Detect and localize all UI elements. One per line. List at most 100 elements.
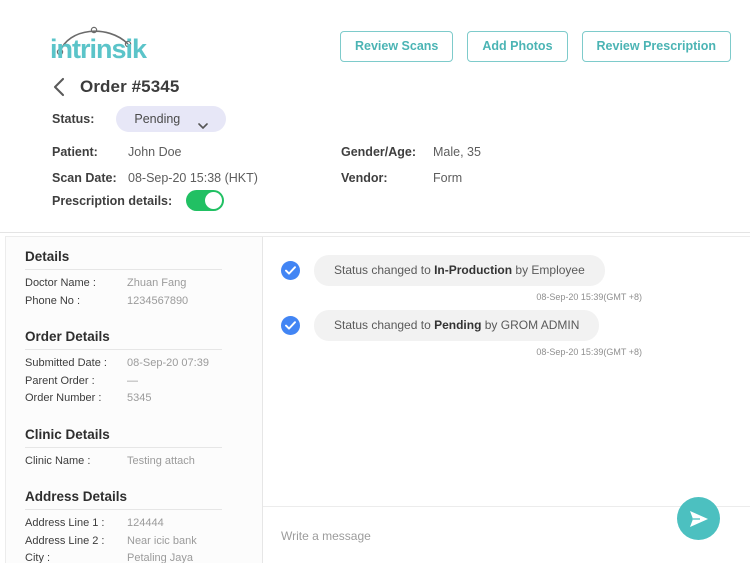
detail-key: Order Number : — [25, 392, 102, 404]
vendor-label: Vendor: — [341, 171, 388, 185]
gender-age-value: Male, 35 — [433, 145, 481, 159]
header-action-buttons: Review Scans Add Photos Review Prescript… — [340, 31, 732, 62]
check-circle-icon — [281, 261, 300, 281]
detail-row: Address Line 1 : 124444 — [25, 517, 262, 535]
scan-date-row: Scan Date: 08-Sep-20 15:38 (HKT) — [52, 165, 258, 191]
status-row: Status: Pending — [52, 106, 227, 132]
patient-value: John Doe — [128, 145, 182, 159]
detail-value: 08-Sep-20 07:39 — [127, 357, 209, 369]
detail-key: Address Line 2 : — [25, 534, 105, 547]
activity-text-before: Status changed to — [334, 318, 435, 333]
order-detail-page: intrinsik Review Scans Add Photos Review… — [0, 0, 750, 563]
detail-row: Address Line 2 : Near icic bank — [25, 535, 262, 553]
activity-text-highlight: In-Production — [434, 263, 513, 277]
detail-row: Order Number : 5345 — [25, 392, 262, 410]
send-message-button[interactable] — [677, 497, 720, 540]
status-badge: Pending — [134, 112, 181, 126]
detail-key: City : — [25, 552, 51, 563]
gender-age-row: Gender/Age: Male, 35 — [341, 139, 481, 165]
detail-value: — — [127, 374, 138, 387]
detail-key: Clinic Name : — [25, 454, 91, 467]
sidebar-section-clinic-details: Clinic Details Clinic Name : Testing att… — [25, 427, 262, 473]
message-composer — [263, 497, 750, 563]
header-divider — [0, 232, 750, 233]
activity-row: Status changed to In-Production by Emplo… — [281, 255, 730, 287]
activity-message: Status changed to Pending by GROM ADMIN — [314, 310, 600, 342]
chevron-down-icon — [198, 116, 209, 129]
page-title: Order #5345 — [80, 77, 180, 96]
details-sidebar: Details Doctor Name : Zhuan Fang Phone N… — [6, 237, 263, 563]
section-title: Clinic Details — [25, 426, 110, 442]
patient-label: Patient: — [52, 145, 98, 159]
activity-message: Status changed to In-Production by Emplo… — [314, 255, 605, 287]
detail-row: Phone No : 1234567890 — [25, 295, 262, 313]
activity-row: Status changed to Pending by GROM ADMIN — [281, 310, 730, 342]
activity-text-after: by GROM ADMIN — [481, 318, 580, 333]
detail-key: Parent Order : — [25, 374, 95, 387]
prescription-details-label: Prescription details: — [52, 193, 173, 208]
section-rule — [25, 509, 222, 510]
detail-row: Parent Order : — — [25, 375, 262, 393]
prescription-details-toggle[interactable] — [186, 190, 225, 211]
send-paper-plane-icon — [689, 510, 708, 527]
activity-timestamp: 08-Sep-20 15:39(GMT +8) — [536, 292, 642, 303]
detail-row: Doctor Name : Zhuan Fang — [25, 277, 262, 295]
status-label: Status: — [52, 112, 95, 126]
brand-logo[interactable]: intrinsik — [50, 22, 155, 64]
sidebar-section-order-details: Order Details Submitted Date : 08-Sep-20… — [25, 329, 262, 410]
prescription-details-row: Prescription details: — [52, 190, 225, 211]
detail-row: City : Petaling Jaya — [25, 552, 262, 563]
section-rule — [25, 269, 222, 270]
order-meta-column: Gender/Age: Male, 35 Vendor: Form — [341, 139, 481, 191]
review-scans-button[interactable]: Review Scans — [340, 31, 454, 62]
detail-key: Address Line 1 : — [25, 517, 105, 529]
add-photos-button[interactable]: Add Photos — [467, 31, 568, 62]
detail-key: Doctor Name : — [25, 277, 96, 289]
sidebar-section-details: Details Doctor Name : Zhuan Fang Phone N… — [25, 249, 262, 312]
scan-date-value: 08-Sep-20 15:38 (HKT) — [128, 171, 258, 185]
section-title: Order Details — [25, 329, 110, 344]
section-title: Details — [25, 249, 70, 264]
activity-text-before: Status changed to — [334, 263, 435, 277]
detail-value: Petaling Jaya — [127, 552, 194, 563]
chevron-left-icon[interactable] — [52, 76, 66, 98]
scan-date-label: Scan Date: — [52, 171, 117, 185]
svg-text:intrinsik: intrinsik — [50, 34, 148, 64]
activity-feed: Status changed to In-Production by Emplo… — [263, 237, 750, 506]
detail-value: Zhuan Fang — [127, 277, 187, 289]
detail-key: Submitted Date : — [25, 357, 107, 369]
page-body: Details Doctor Name : Zhuan Fang Phone N… — [5, 236, 750, 563]
vendor-row: Vendor: Form — [341, 165, 481, 191]
vendor-value: Form — [433, 171, 463, 185]
detail-value: Testing attach — [127, 454, 195, 467]
review-prescription-button[interactable]: Review Prescription — [581, 31, 732, 62]
section-title: Address Details — [25, 489, 128, 504]
detail-value: 5345 — [127, 392, 152, 404]
section-rule — [25, 349, 222, 350]
status-dropdown[interactable]: Pending — [116, 106, 227, 132]
page-header: intrinsik Review Scans Add Photos Review… — [0, 0, 750, 233]
detail-row: Submitted Date : 08-Sep-20 07:39 — [25, 357, 262, 375]
check-circle-icon — [281, 316, 300, 336]
activity-panel: Status changed to In-Production by Emplo… — [263, 237, 750, 563]
gender-age-label: Gender/Age: — [341, 145, 417, 159]
order-title-row: Order #5345 — [52, 76, 179, 98]
section-rule — [25, 446, 222, 448]
detail-row: Clinic Name : Testing attach — [25, 455, 262, 473]
patient-info-column: Patient: John Doe Scan Date: 08-Sep-20 1… — [52, 139, 258, 191]
detail-value: 1234567890 — [127, 294, 189, 307]
toggle-knob — [205, 192, 223, 209]
patient-row: Patient: John Doe — [52, 139, 258, 165]
detail-key: Phone No : — [25, 294, 81, 307]
activity-entry: Status changed to In-Production by Emplo… — [281, 255, 730, 302]
sidebar-section-address-details: Address Details Address Line 1 : 124444 … — [25, 489, 262, 563]
detail-value: Near icic bank — [127, 534, 197, 547]
message-input[interactable] — [281, 528, 732, 543]
detail-value: 124444 — [127, 517, 164, 529]
activity-entry: Status changed to Pending by GROM ADMIN … — [281, 310, 730, 357]
activity-text-highlight: Pending — [434, 318, 482, 333]
activity-timestamp: 08-Sep-20 15:39(GMT +8) — [536, 347, 642, 358]
